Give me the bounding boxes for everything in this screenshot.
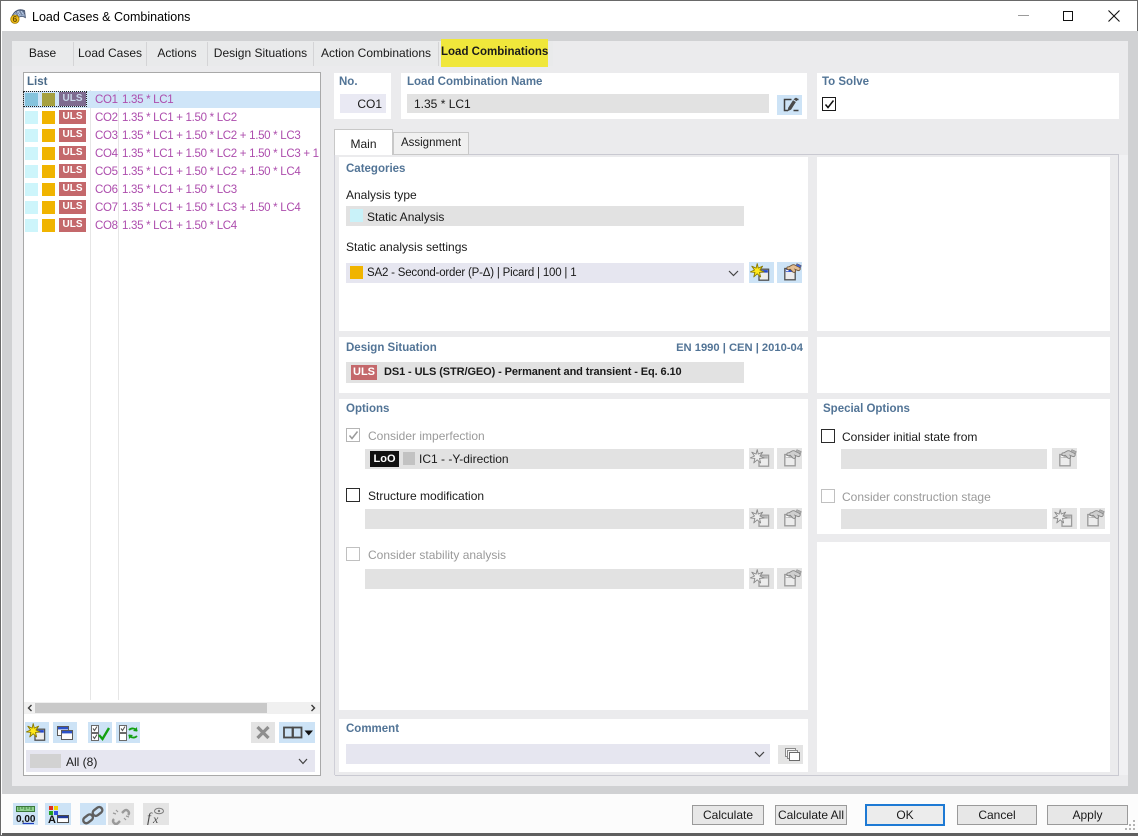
svg-text:6: 6 <box>13 14 18 24</box>
svg-text:A: A <box>48 814 56 825</box>
